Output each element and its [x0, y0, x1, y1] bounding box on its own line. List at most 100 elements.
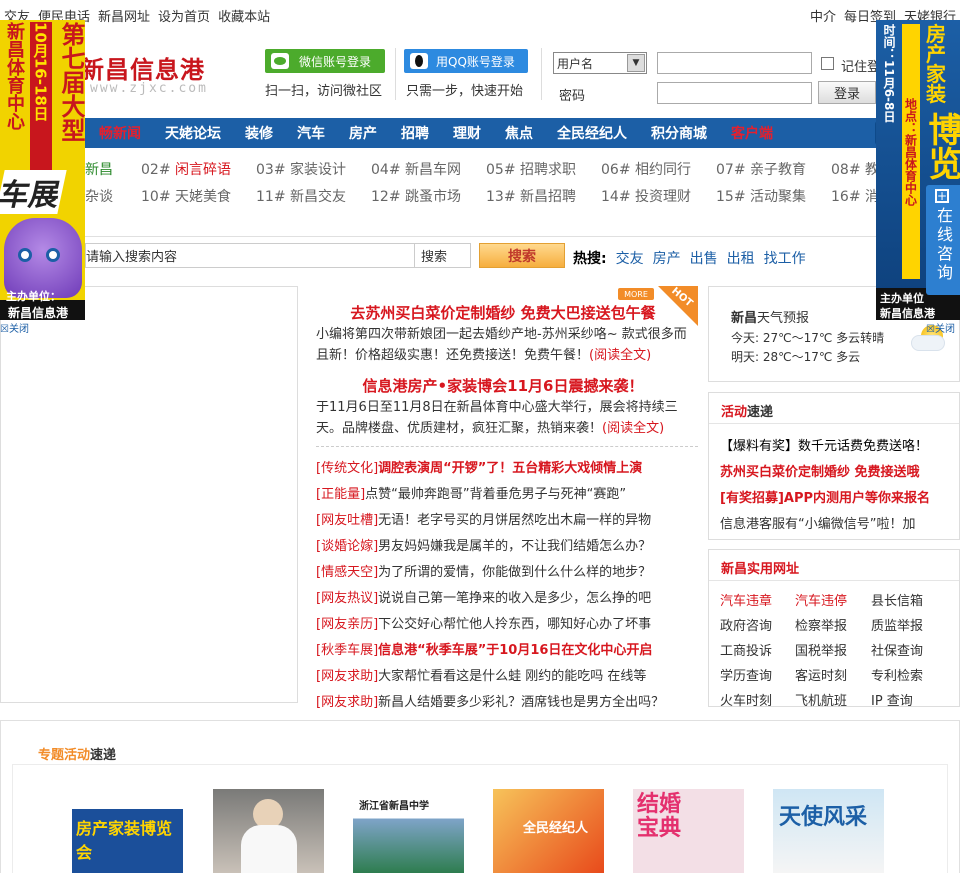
nav-item-car[interactable]: 汽车 [297, 123, 325, 143]
hot-search-label: 热搜: [573, 251, 607, 267]
utility-links-panel: 新昌实用网址 汽车违章 汽车违停 县长信箱 政府咨询 检察举报 质监举报 工商投… [708, 549, 960, 709]
utility-link[interactable]: 汽车违停 [795, 590, 871, 609]
nav-item-focus[interactable]: 焦点 [505, 123, 533, 143]
nav-item-finance[interactable]: 理财 [453, 123, 481, 143]
plus-icon: + [935, 189, 951, 203]
activity-item[interactable]: 苏州买白菜价定制婚纱 免费接送哦 [720, 461, 920, 480]
divider [0, 236, 960, 237]
utility-link[interactable]: 社保查询 [871, 640, 941, 659]
news-item[interactable]: [谈婚论嫁]男友妈妈嫌我是属羊的，不让我们结婚怎么办？ [316, 535, 706, 554]
utility-link[interactable]: 检察举报 [795, 615, 871, 634]
topic-thumbnail[interactable]: 全民经纪人 [493, 789, 604, 873]
nav-item-news[interactable]: 畅新闻 [99, 123, 141, 143]
hot-keyword[interactable]: 房产 [653, 248, 681, 268]
utility-link[interactable]: 专利检索 [871, 665, 941, 684]
forum-link[interactable]: 11# 新昌交友 [256, 186, 371, 206]
topic-thumbnail[interactable]: 浙江省新昌中学 [353, 789, 464, 873]
qq-login-button[interactable]: 用QQ账号登录 [404, 49, 528, 73]
hot-keyword[interactable]: 交友 [616, 248, 644, 268]
news-item[interactable]: [网友热议]说说自己第一笔挣来的收入是多少，怎么挣的吧 [316, 587, 706, 606]
news-item[interactable]: [正能量]点赞“最帅奔跑哥”背着垂危男子与死神“赛跑” [316, 483, 706, 502]
username-input[interactable] [657, 52, 812, 74]
login-button[interactable]: 登录 [818, 81, 876, 104]
forum-link[interactable]: 03# 家装设计 [256, 159, 371, 179]
hot-keyword[interactable]: 出售 [690, 248, 718, 268]
utility-link[interactable]: 工商投诉 [720, 640, 795, 659]
news-item[interactable]: [情感天空]为了所谓的爱情，你能做到什么什么样的地步？ [316, 561, 706, 580]
utility-link[interactable]: 县长信箱 [871, 590, 941, 609]
news-item[interactable]: [网友求助]新昌人结婚要多少彩礼？酒席钱也是男方全出吗？ [316, 691, 706, 710]
forum-link[interactable]: 15# 活动聚集 [716, 186, 831, 206]
top-link[interactable]: 设为首页 [158, 6, 210, 25]
forum-link[interactable]: 04# 新昌车网 [371, 159, 486, 179]
hot-keyword[interactable]: 出租 [727, 248, 755, 268]
close-ad-link[interactable]: ☒关闭 [926, 320, 955, 335]
left-floating-ad[interactable]: 新昌体育中心 10月16-18日 第七届大型 车展 主办单位： 新昌信息港 [0, 20, 85, 320]
forum-link[interactable]: 06# 相约同行 [601, 159, 716, 179]
read-more-link[interactable]: (阅读全文) [589, 348, 651, 363]
utility-link[interactable]: 学历查询 [720, 665, 795, 684]
read-more-link[interactable]: (阅读全文) [602, 421, 664, 436]
utility-link[interactable]: 客运时刻 [795, 665, 871, 684]
headline-title[interactable]: 去苏州买白菜价定制婚纱 免费大巴接送包午餐 [308, 302, 698, 323]
weather-tomorrow: 明天: 28℃～17℃ 多云 [731, 350, 861, 364]
qq-login-sub: 只需一步，快速开始 [406, 84, 524, 99]
forum-link[interactable]: 14# 投资理财 [601, 186, 716, 206]
nav-item-decor[interactable]: 装修 [245, 123, 273, 143]
search-button[interactable]: 搜索 [479, 243, 565, 268]
forum-link[interactable]: 02# 闲言碎语 [141, 159, 256, 179]
remember-checkbox[interactable] [821, 57, 834, 70]
online-consult-button[interactable]: + 在线咨询 [926, 185, 960, 295]
headline-title[interactable]: 信息港房产•家装博会11月6日震撼来袭！ [308, 375, 698, 396]
activity-panel: 活动速递 【爆料有奖】数千元话费免费送咯！ 苏州买白菜价定制婚纱 免费接送哦 [… [708, 392, 960, 540]
news-item[interactable]: [网友求助]大家帮忙看看这是什么蛙 刚约的能吃吗 在线等 [316, 665, 706, 684]
utility-link[interactable]: 质监举报 [871, 615, 941, 634]
hot-keyword[interactable]: 找工作 [764, 248, 806, 268]
news-item[interactable]: [秋季车展]信息港“秋季车展”于10月16日在文化中心开启 [316, 639, 706, 658]
slideshow-panel [0, 286, 298, 703]
nav-item-forum[interactable]: 天姥论坛 [165, 123, 221, 143]
utility-links: 汽车违章 汽车违停 县长信箱 政府咨询 检察举报 质监举报 工商投诉 国税举报 … [720, 590, 941, 709]
password-input[interactable] [657, 82, 812, 104]
news-item[interactable]: [网友亲历]下公交好心帮忙他人拎东西，哪知好心办了坏事 [316, 613, 706, 632]
nav-item-client[interactable]: 客户端 [731, 123, 773, 143]
more-link[interactable]: MORE [618, 288, 654, 300]
nav-item-mall[interactable]: 积分商城 [651, 123, 707, 143]
utility-link[interactable]: 国税举报 [795, 640, 871, 659]
utility-link[interactable]: 飞机航班 [795, 690, 871, 709]
forum-link[interactable]: 10# 天姥美食 [141, 186, 256, 206]
close-ad-link[interactable]: ☒关闭 [0, 320, 29, 335]
login-type-select[interactable]: 用户名 ▼ [553, 52, 647, 74]
remember-label: 记住登 [841, 60, 881, 75]
news-item[interactable]: [网友吐槽]无语！老字号买的月饼居然吃出木扁一样的异物 [316, 509, 706, 528]
nav-item-broker[interactable]: 全民经纪人 [557, 123, 627, 143]
top-link[interactable]: 收藏本站 [218, 6, 270, 25]
utility-link[interactable]: 政府咨询 [720, 615, 795, 634]
forum-link[interactable]: 07# 亲子教育 [716, 159, 831, 179]
search-type-select[interactable]: 搜索 [414, 243, 471, 268]
top-link[interactable]: 新昌网址 [98, 6, 150, 25]
forum-link[interactable]: 05# 招聘求职 [486, 159, 601, 179]
wechat-login-button[interactable]: 微信账号登录 [265, 49, 385, 73]
site-logo[interactable]: 新昌信息港 [80, 50, 205, 85]
utility-link[interactable]: IP 查询 [871, 690, 941, 709]
forum-link[interactable]: 杂谈 [85, 186, 141, 206]
topic-thumbnail[interactable]: 结婚宝典 [633, 789, 744, 873]
activity-item[interactable]: 【爆料有奖】数千元话费免费送咯！ [720, 435, 928, 454]
headline-text: 小编将第四次带新娘团一起去婚纱产地-苏州采纱咯~ 款式很多而且新！价格超级实惠！… [316, 327, 687, 363]
nav-item-house[interactable]: 房产 [349, 123, 377, 143]
topic-thumbnail[interactable]: 天使风采 [773, 789, 884, 873]
activity-item[interactable]: [有奖招募]APP内测用户等你来报名 [720, 487, 930, 506]
top-link[interactable]: 中介 [810, 6, 836, 25]
news-item[interactable]: [传统文化]调腔表演周“开锣”了！五台精彩大戏倾情上演 [316, 457, 706, 476]
utility-link[interactable]: 火车时刻 [720, 690, 795, 709]
activity-item[interactable]: 信息港客服有“小编微信号”啦！加 [720, 513, 915, 532]
nav-item-jobs[interactable]: 招聘 [401, 123, 429, 143]
forum-link[interactable]: 13# 新昌招聘 [486, 186, 601, 206]
utility-link[interactable]: 汽车违章 [720, 590, 795, 609]
forum-link[interactable]: 新昌 [85, 159, 141, 179]
search-input[interactable]: 请输入搜索内容 [85, 243, 415, 268]
topic-thumbnail[interactable]: 房产家装博览会 [72, 789, 183, 873]
topic-thumbnail[interactable] [213, 789, 324, 873]
forum-link[interactable]: 12# 跳蚤市场 [371, 186, 486, 206]
